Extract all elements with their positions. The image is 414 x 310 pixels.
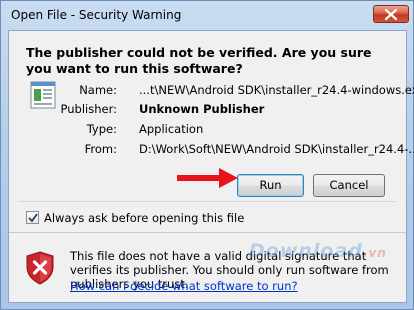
window-title: Open File - Security Warning (11, 8, 182, 22)
close-icon (385, 9, 397, 20)
dialog-window: Open File - Security Warning The publish… (0, 0, 414, 310)
type-label: Type: (86, 122, 117, 136)
type-value: Application (139, 122, 204, 136)
always-ask-checkbox[interactable] (26, 211, 39, 224)
name-label: Name: (79, 83, 117, 97)
dialog-headline: The publisher could not be verified. Are… (26, 45, 372, 76)
checkmark-icon (28, 213, 38, 223)
name-value: ...t\NEW\Android SDK\installer_r24.4-win… (139, 83, 414, 97)
run-button[interactable]: Run (237, 174, 304, 197)
top-section: The publisher could not be verified. Are… (9, 31, 414, 230)
publisher-label: Publisher: (60, 102, 117, 116)
divider (19, 201, 396, 202)
warning-section: This file does not have a valid digital … (9, 233, 406, 302)
cancel-button[interactable]: Cancel (313, 174, 385, 197)
help-link[interactable]: How can I decide what software to run? (70, 279, 298, 293)
from-value: D:\Work\Soft\NEW\Android SDK\installer_r… (139, 142, 414, 156)
close-button[interactable] (373, 5, 409, 23)
always-ask-label[interactable]: Always ask before opening this file (44, 211, 244, 225)
publisher-value: Unknown Publisher (139, 102, 265, 116)
security-shield-icon (26, 251, 54, 285)
red-arrow-annotation (177, 168, 238, 188)
title-bar[interactable]: Open File - Security Warning (1, 1, 413, 29)
dialog-client-area: The publisher could not be verified. Are… (8, 30, 414, 303)
from-label: From: (84, 142, 117, 156)
